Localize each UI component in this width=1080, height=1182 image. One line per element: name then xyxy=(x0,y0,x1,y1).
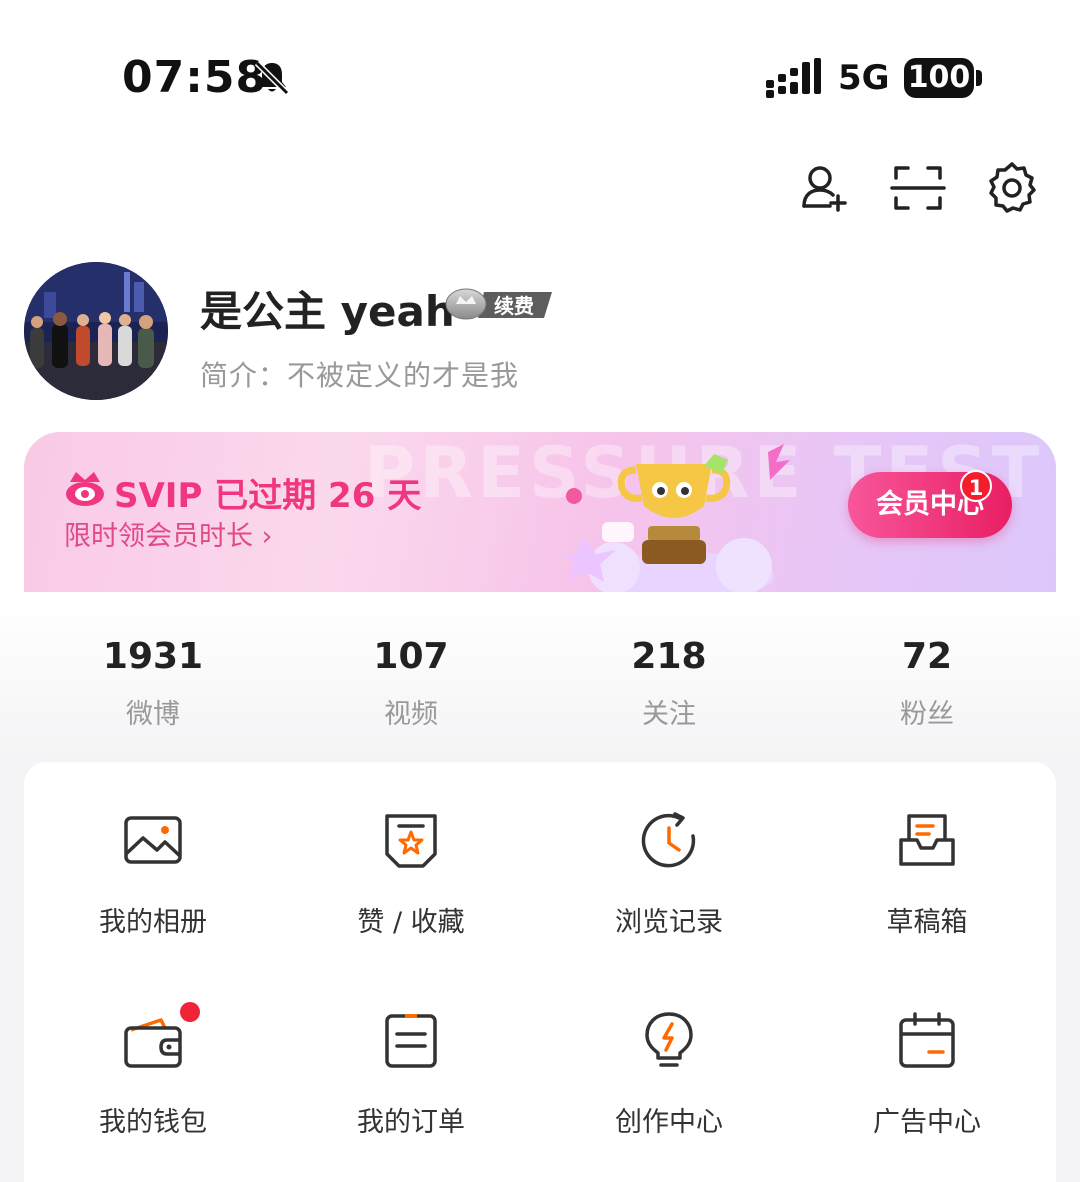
svip-crown-icon xyxy=(64,468,106,508)
grid-item-ads[interactable]: 广告中心 xyxy=(798,962,1056,1162)
grid-label: 我的相册 xyxy=(99,907,207,938)
chevron-right-icon: › xyxy=(261,521,273,552)
avatar[interactable] xyxy=(24,262,168,400)
notification-badge: 1 xyxy=(960,470,992,502)
stat-label: 粉丝 xyxy=(900,699,954,730)
grid-item-orders[interactable]: 我的订单 xyxy=(282,962,540,1162)
grid-item-wallet[interactable]: 我的钱包 xyxy=(24,962,282,1162)
scan-icon xyxy=(890,166,946,210)
status-time: 07:58 xyxy=(122,52,268,103)
network-type: 5G xyxy=(838,58,890,98)
grid-item-history[interactable]: 浏览记录 xyxy=(540,762,798,962)
grid-item-creator[interactable]: 创作中心 xyxy=(540,962,798,1162)
battery-tip xyxy=(976,70,982,86)
grid-label: 浏览记录 xyxy=(615,907,723,938)
grid-label: 赞 / 收藏 xyxy=(357,907,465,938)
vip-badge-label: 续费 xyxy=(494,294,534,318)
stats-row: 1931 微博 107 视频 218 关注 72 粉丝 xyxy=(24,636,1056,736)
photo-album-icon xyxy=(123,810,183,872)
grid-label: 我的订单 xyxy=(357,1107,465,1138)
ads-icon xyxy=(897,1010,957,1072)
creator-icon xyxy=(639,1010,699,1072)
bio: 简介：不被定义的才是我 xyxy=(200,359,520,392)
settings-button[interactable] xyxy=(984,160,1040,216)
battery-indicator: 100 xyxy=(904,58,974,98)
stat-label: 视频 xyxy=(384,699,438,730)
grid-label: 我的钱包 xyxy=(99,1107,207,1138)
feature-grid: 我的相册 赞 / 收藏 浏览记录 草稿箱 我的钱包 我的订单 创作中心 广告中心 xyxy=(24,762,1056,1182)
stat-value: 72 xyxy=(901,636,953,677)
stat-following[interactable]: 218 关注 xyxy=(540,636,798,731)
vip-renew-badge[interactable]: 续费 xyxy=(444,284,554,322)
svip-title: SVIP 已过期 26 天 xyxy=(114,476,422,516)
grid-label: 创作中心 xyxy=(615,1107,723,1138)
stat-videos[interactable]: 107 视频 xyxy=(282,636,540,731)
username: 是公主 yeah xyxy=(200,287,455,336)
stat-weibo[interactable]: 1931 微博 xyxy=(24,636,282,731)
scan-button[interactable] xyxy=(890,160,946,216)
grid-item-drafts[interactable]: 草稿箱 xyxy=(798,762,1056,962)
gear-icon xyxy=(989,162,1036,213)
stat-value: 107 xyxy=(373,636,449,677)
stat-label: 关注 xyxy=(642,699,696,730)
drafts-icon xyxy=(897,810,957,872)
orders-icon xyxy=(381,1010,441,1072)
add-friend-button[interactable] xyxy=(796,160,852,216)
wallet-red-dot xyxy=(180,1002,200,1022)
wallet-icon xyxy=(123,1010,183,1072)
history-icon xyxy=(639,810,699,872)
muted-bell-icon xyxy=(252,58,292,98)
grid-label: 草稿箱 xyxy=(886,907,968,938)
trophy-illustration xyxy=(544,436,794,592)
signal-icon xyxy=(766,58,822,98)
favorites-icon xyxy=(381,810,441,872)
stat-value: 1931 xyxy=(102,636,204,677)
svip-subtitle[interactable]: 限时领会员时长 › xyxy=(64,514,272,553)
grid-item-favorites[interactable]: 赞 / 收藏 xyxy=(282,762,540,962)
status-bar: 07:58 5G 100 xyxy=(0,0,1080,150)
grid-label: 广告中心 xyxy=(873,1107,981,1138)
svip-subtitle-text: 限时领会员时长 xyxy=(64,521,253,552)
grid-item-album[interactable]: 我的相册 xyxy=(24,762,282,962)
stat-followers[interactable]: 72 粉丝 xyxy=(798,636,1056,731)
stat-value: 218 xyxy=(631,636,707,677)
svip-banner[interactable]: PRESSURE TEST SVIP 已过期 26 天 限时领会员时长 › xyxy=(24,432,1056,592)
add-friend-icon xyxy=(802,166,847,212)
stat-label: 微博 xyxy=(126,699,180,730)
